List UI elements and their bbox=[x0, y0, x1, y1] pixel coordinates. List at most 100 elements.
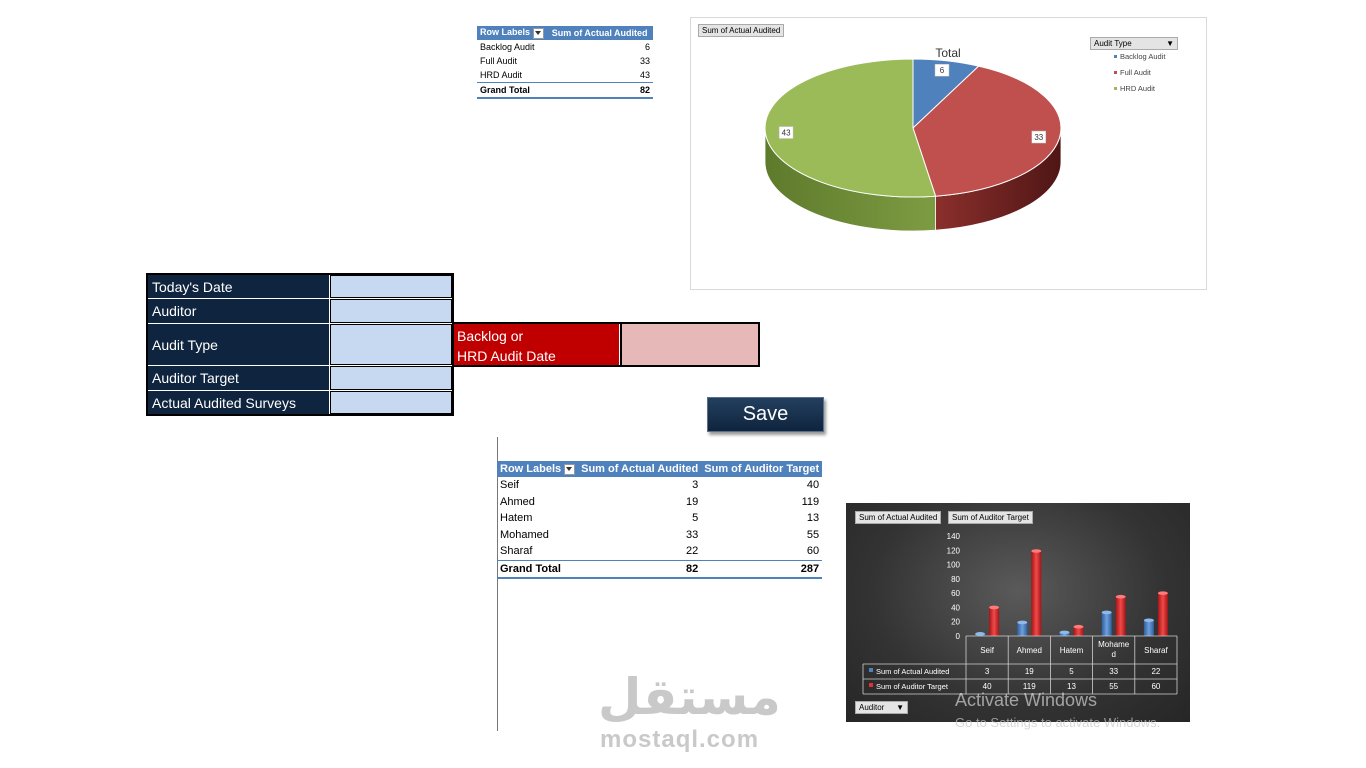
bar-y-tick-label: 100 bbox=[947, 561, 961, 570]
auditor-input[interactable] bbox=[330, 299, 452, 323]
pie-legend: Backlog Audit Full Audit HRD Audit bbox=[1114, 52, 1166, 93]
auditor-target-bar bbox=[1115, 596, 1126, 636]
table-row[interactable]: HRD Audit 43 bbox=[477, 68, 653, 83]
bar-series-marker bbox=[869, 668, 873, 672]
bar-y-tick-label: 120 bbox=[947, 546, 961, 555]
backlog-date-label-line1: Backlog or bbox=[457, 328, 524, 344]
bar-data-label: 22 bbox=[1151, 667, 1160, 676]
bar-y-tick-label: 0 bbox=[956, 632, 961, 641]
row-label: Seif bbox=[500, 479, 519, 492]
activate-windows-subtitle: Go to Settings to activate Windows. bbox=[955, 715, 1161, 730]
bar-top-cap bbox=[1157, 591, 1168, 595]
table-row[interactable]: Backlog Audit 6 bbox=[477, 40, 653, 54]
actual-audited-bar bbox=[1017, 622, 1028, 636]
row-label: Full Audit bbox=[480, 56, 518, 66]
bar-y-tick-label: 140 bbox=[947, 532, 961, 541]
table-row[interactable]: Seif 3 40 bbox=[497, 477, 822, 494]
row-target: 13 bbox=[806, 512, 820, 525]
save-button[interactable]: Save bbox=[707, 397, 824, 432]
pie-legend-entry: Backlog Audit bbox=[1120, 52, 1166, 61]
table-row[interactable]: Sharaf 22 60 bbox=[497, 543, 822, 560]
table-row[interactable]: Hatem 5 13 bbox=[497, 510, 822, 527]
bar-top-cap bbox=[1017, 620, 1028, 625]
bar-data-label: 3 bbox=[985, 667, 990, 676]
auditor-target-input[interactable] bbox=[330, 366, 452, 390]
mostaql-logo-latin: mostaql.com bbox=[600, 726, 760, 753]
bar-series-name: Sum of Actual Audited bbox=[876, 667, 949, 676]
row-labels-header[interactable]: Row Labels bbox=[477, 26, 549, 40]
pie-slice-group bbox=[764, 58, 1062, 198]
row-value: 33 bbox=[639, 56, 650, 66]
auditor-target-bar bbox=[1031, 551, 1042, 636]
actual-audited-bar bbox=[1143, 620, 1154, 636]
actual-audited-input[interactable] bbox=[330, 391, 452, 414]
row-actual: 5 bbox=[692, 512, 699, 525]
grand-total-actual: 82 bbox=[578, 559, 702, 579]
bar-top-cap bbox=[1101, 610, 1112, 615]
bar-data-label: 55 bbox=[1109, 682, 1118, 691]
auditor-label: Auditor bbox=[148, 299, 329, 323]
pivot-header-row: Row Labels Sum of Actual Audited Sum of … bbox=[497, 461, 823, 477]
row-target: 40 bbox=[806, 479, 820, 492]
row-label: Backlog Audit bbox=[480, 42, 535, 52]
row-label: Sharaf bbox=[500, 545, 533, 558]
row-actual: 3 bbox=[692, 479, 699, 492]
grand-total-value: 82 bbox=[548, 82, 653, 99]
row-labels-header[interactable]: Row Labels bbox=[497, 461, 579, 477]
bar-top-cap bbox=[1031, 549, 1042, 553]
bar-y-tick-label: 20 bbox=[951, 618, 960, 627]
audit-type-input[interactable] bbox=[330, 324, 452, 365]
pie-chart-panel[interactable]: Sum of Actual Audited Audit Type ▼ Total… bbox=[690, 17, 1207, 290]
pie-data-label: 6 bbox=[940, 66, 945, 75]
filter-icon[interactable] bbox=[533, 27, 545, 39]
row-label: Mohamed bbox=[500, 528, 549, 541]
grand-total-row: Grand Total 82 bbox=[477, 82, 653, 99]
bar-data-label: 19 bbox=[1025, 667, 1034, 676]
row-label: Hatem bbox=[500, 512, 533, 525]
pie-data-label: 33 bbox=[1034, 133, 1043, 142]
row-value: 43 bbox=[639, 70, 650, 80]
auditor-target-bar bbox=[1157, 593, 1168, 636]
row-target: 55 bbox=[806, 528, 820, 541]
bar-series-marker bbox=[869, 683, 873, 687]
sum-actual-header: Sum of Actual Audited bbox=[578, 461, 702, 477]
grand-total-label: Grand Total bbox=[497, 559, 579, 579]
row-label: Ahmed bbox=[500, 495, 535, 508]
pie-data-label: 43 bbox=[782, 129, 791, 138]
row-label: HRD Audit bbox=[480, 70, 523, 80]
bar-category-label: Sharaf bbox=[1144, 646, 1168, 655]
bar-series-name: Sum of Auditor Target bbox=[876, 682, 949, 691]
pie-legend-entry: Full Audit bbox=[1120, 68, 1152, 77]
auditor-pivot-table: Row Labels Sum of Actual Audited Sum of … bbox=[497, 461, 823, 579]
bar-category-label: Moham­e bbox=[1098, 640, 1130, 649]
row-actual: 22 bbox=[686, 545, 699, 558]
table-row[interactable]: Mohamed 33 55 bbox=[497, 527, 822, 544]
pie-chart-svg: Total 6 33 43 Backlog Audit Full Audit HRD A… bbox=[764, 46, 1166, 232]
bar-category-label: Ahmed bbox=[1017, 646, 1042, 655]
pie-chart-title: Total bbox=[935, 46, 960, 60]
auditor-target-label: Auditor Target bbox=[148, 366, 329, 390]
pie-legend-marker bbox=[1114, 87, 1117, 90]
actual-audited-bar bbox=[1101, 612, 1112, 636]
bar-y-tick-label: 80 bbox=[951, 575, 960, 584]
grand-total-target: 287 bbox=[701, 559, 823, 579]
table-row[interactable]: Full Audit 33 bbox=[477, 54, 653, 68]
bar-data-table: Seif Ahmed Hatem Moham­ed Sharaf Sum of Actua… bbox=[862, 635, 1178, 695]
audit-type-pivot-table: Row Labels Sum of Actual Audited Backlog… bbox=[477, 26, 653, 99]
auditor-target-bar bbox=[989, 607, 1000, 636]
bar-top-cap bbox=[975, 632, 986, 636]
bar-category-label: d bbox=[1111, 650, 1115, 659]
activate-windows-title: Activate Windows bbox=[955, 690, 1098, 710]
bar-y-axis: 0 20 40 60 80 100 120 140 bbox=[947, 532, 961, 641]
mostaql-logo-arabic: مستقل bbox=[598, 668, 781, 726]
bar-data-label: 60 bbox=[1151, 682, 1160, 691]
bar-top-cap bbox=[1073, 624, 1084, 629]
todays-date-input[interactable] bbox=[330, 275, 452, 298]
table-row[interactable]: Ahmed 19 119 bbox=[497, 494, 822, 511]
bar-top-cap bbox=[1115, 594, 1126, 599]
bar-top-cap bbox=[989, 605, 1000, 610]
filter-icon[interactable] bbox=[564, 463, 576, 475]
row-actual: 19 bbox=[686, 495, 699, 508]
backlog-date-input[interactable] bbox=[620, 324, 758, 365]
row-value: 6 bbox=[644, 42, 650, 52]
